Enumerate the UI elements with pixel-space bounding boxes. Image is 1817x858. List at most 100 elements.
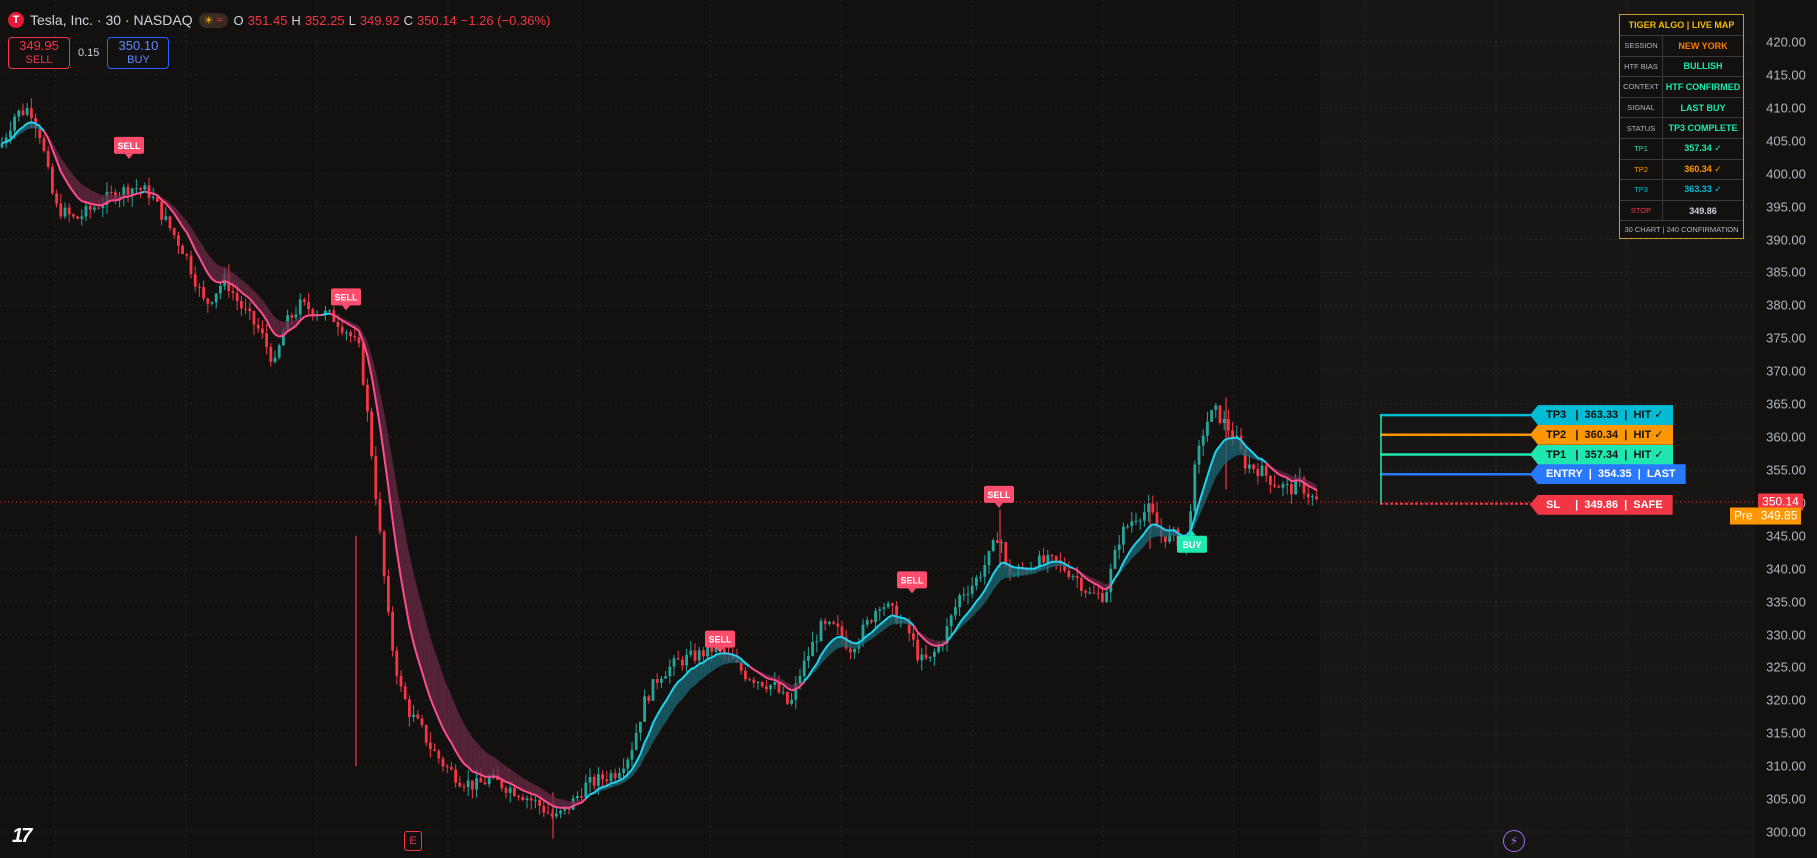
tesla-logo-icon: T	[8, 12, 24, 28]
ribbon-segment	[81, 184, 86, 203]
ribbon-segment	[90, 189, 95, 205]
buy-button[interactable]: 350.10 BUY	[107, 37, 170, 69]
level-label-sl[interactable]: SL | 349.86 | SAFE	[1530, 494, 1673, 515]
earnings-icon[interactable]: E	[404, 831, 422, 851]
panel-row-status: STATUS TP3 COMPLETE	[1620, 118, 1743, 139]
ribbon-segment	[98, 193, 103, 206]
candle	[1210, 409, 1213, 423]
panel-row-label: CONTEXT	[1620, 77, 1663, 97]
lightning-icon[interactable]: ⚡	[1503, 830, 1525, 852]
signal-label: SELL	[900, 575, 924, 585]
sun-icon: ☀	[203, 14, 214, 27]
y-tick-label: 400.00	[1766, 166, 1806, 182]
ribbon-segment	[837, 636, 842, 649]
session-indicator[interactable]: ☀ ≈	[198, 12, 228, 28]
ma-line-segment	[1022, 567, 1027, 570]
spread-value: 0.15	[78, 47, 100, 59]
ma-line-segment	[136, 192, 141, 195]
y-tick-label: 395.00	[1766, 199, 1806, 215]
candle	[786, 691, 789, 706]
panel-row-label: SIGNAL	[1620, 97, 1663, 118]
close-value: 350.14	[416, 12, 457, 28]
ma-line-segment	[31, 121, 36, 125]
ma-line-segment	[144, 190, 150, 194]
y-tick-label: 370.00	[1766, 363, 1806, 379]
ribbon-segment	[1014, 567, 1019, 578]
candle	[651, 678, 655, 701]
ma-line-segment	[1039, 564, 1044, 568]
ribbon-segment	[699, 662, 704, 682]
panel-footer: 30 CHART | 240 CONFIRMATION	[1624, 225, 1739, 235]
ma-line-segment	[94, 203, 99, 207]
low-value: 349.92	[359, 12, 400, 28]
open-label: O	[233, 12, 244, 28]
ma-line-segment	[81, 200, 87, 204]
ma-line-segment	[850, 641, 855, 645]
panel-row-tp3: TP3 363.33 ✓	[1620, 180, 1743, 201]
level-label-tp3[interactable]: TP3 | 363.33 | HIT ✓	[1530, 405, 1674, 426]
y-tick-label: 320.00	[1766, 692, 1806, 708]
ribbon-segment	[1232, 437, 1237, 458]
y-tick-label: 335.00	[1766, 594, 1806, 610]
panel-row-tp1: TP1 357.34 ✓	[1620, 138, 1743, 160]
panel-row-tp2: TP2 360.34 ✓	[1620, 159, 1743, 181]
level-label-tp1[interactable]: TP1 | 357.34 | HIT ✓	[1530, 444, 1674, 465]
level-label-entry[interactable]: ENTRY | 354.35 | LAST	[1530, 464, 1686, 485]
ribbon-segment	[94, 191, 99, 206]
ma-line-segment	[766, 676, 771, 681]
ma-line-segment	[698, 661, 704, 665]
ma-line-segment	[1295, 479, 1300, 482]
ribbon-segment	[485, 751, 490, 777]
sell-price: 349.95	[19, 38, 59, 53]
y-tick-label: 410.00	[1766, 100, 1806, 116]
ribbon-segment	[86, 187, 91, 204]
tradingview-logo-icon[interactable]: 17	[12, 825, 32, 848]
panel-row-context: CONTEXT HTF CONFIRMED	[1620, 77, 1743, 98]
ma-line-segment	[610, 781, 616, 785]
panel-row-value: BULLISH	[1683, 61, 1723, 72]
ma-line-segment	[732, 653, 738, 658]
ma-line-segment	[325, 312, 330, 316]
ribbon-segment	[447, 686, 452, 743]
ribbon-segment	[480, 747, 485, 777]
ribbon-segment	[724, 653, 729, 665]
ma-line-segment	[1001, 561, 1006, 565]
candle	[370, 407, 373, 460]
buy-label: BUY	[127, 54, 150, 66]
panel-title: TIGER ALGO | LIVE MAP	[1620, 15, 1743, 36]
panel-row-htf-bias: HTF BIAS BULLISH	[1620, 56, 1743, 78]
premarket-price: 349.85	[1756, 507, 1802, 525]
panel-row-label: TP2	[1620, 159, 1663, 180]
ribbon-segment	[707, 657, 712, 675]
high-value: 352.25	[304, 12, 345, 28]
ribbon-segment	[216, 263, 221, 283]
ma-line-segment	[900, 616, 906, 620]
ma-line-segment	[1047, 560, 1053, 565]
ma-line-segment	[493, 775, 498, 779]
y-tick-label: 420.00	[1766, 34, 1806, 50]
panel-row-stop: STOP 349.86	[1620, 200, 1743, 222]
candle	[391, 606, 394, 657]
signal-label: SELL	[708, 635, 732, 645]
y-tick-label: 380.00	[1766, 297, 1806, 313]
symbol-title[interactable]: Tesla, Inc. · 30 · NASDAQ	[30, 12, 193, 28]
candle	[387, 569, 390, 616]
ma-line-segment	[602, 784, 608, 789]
panel-row-label: SESSION	[1620, 36, 1663, 56]
buy-price: 350.10	[118, 38, 159, 53]
ma-line-segment	[728, 652, 734, 656]
ribbon-segment	[468, 730, 473, 772]
sell-button[interactable]: 349.95 SELL	[8, 37, 70, 69]
ribbon-segment	[720, 653, 725, 667]
ma-line-segment	[115, 198, 120, 202]
ribbon-segment	[1224, 438, 1229, 465]
ribbon-segment	[459, 715, 464, 764]
panel-row-label: TP1	[1620, 138, 1663, 159]
trade-buttons: 349.95 SELL 0.15 350.10 BUY	[8, 37, 170, 69]
signal-label: SELL	[987, 490, 1011, 500]
ma-line-segment	[770, 678, 775, 681]
ma-line-segment	[90, 202, 95, 206]
ma-line-segment	[148, 191, 154, 195]
ma-line-segment	[556, 806, 561, 809]
level-label-tp2[interactable]: TP2 | 360.34 | HIT ✓	[1530, 424, 1674, 445]
